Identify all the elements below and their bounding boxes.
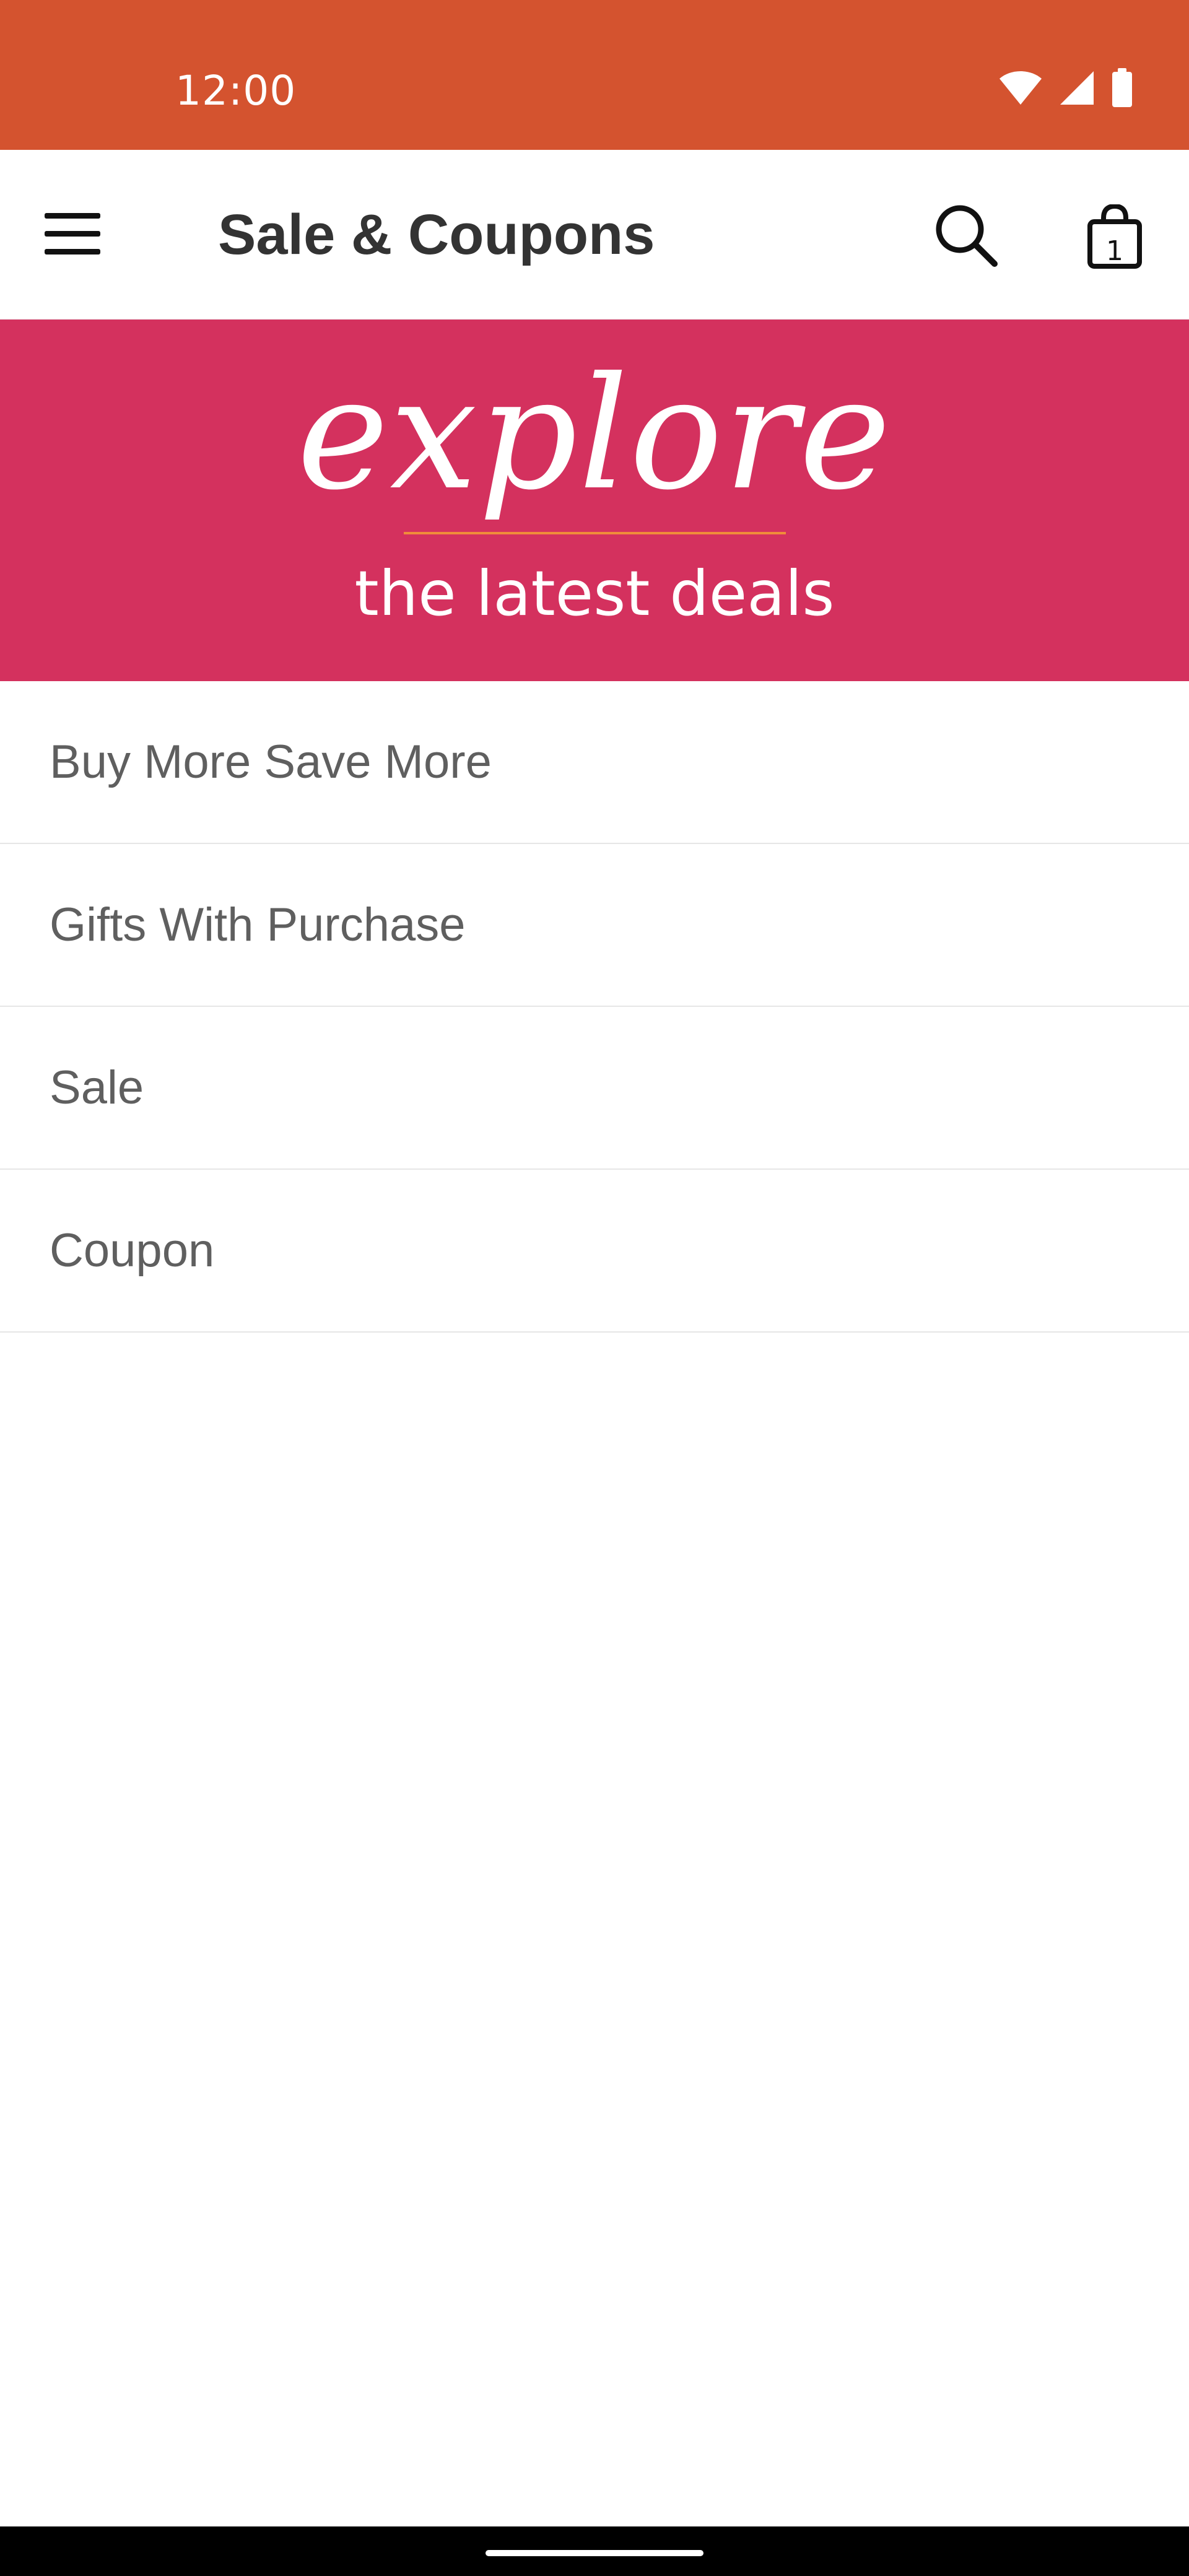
system-nav-bar <box>0 2526 1189 2576</box>
shopping-bag-button[interactable]: 1 <box>1074 198 1155 275</box>
home-gesture-handle[interactable] <box>486 2550 703 2556</box>
list-item-gifts-with-purchase[interactable]: Gifts With Purchase <box>0 844 1189 1007</box>
list-item-sale[interactable]: Sale <box>0 1007 1189 1170</box>
list-item-buy-more-save-more[interactable]: Buy More Save More <box>0 681 1189 844</box>
banner-divider <box>404 532 786 534</box>
promo-banner[interactable]: explore the latest deals <box>0 320 1189 681</box>
banner-headline: explore <box>297 344 892 524</box>
battery-icon <box>1111 68 1133 108</box>
search-button[interactable] <box>926 199 1006 274</box>
search-icon <box>934 203 998 271</box>
list-item-coupon[interactable]: Coupon <box>0 1170 1189 1333</box>
status-icons <box>998 68 1133 108</box>
shopping-bag-icon: 1 <box>1086 203 1143 269</box>
page-title: Sale & Coupons <box>218 203 655 266</box>
status-time: 12:00 <box>175 67 297 115</box>
menu-button[interactable] <box>45 207 125 263</box>
list-item-label: Coupon <box>50 1224 215 1277</box>
app-bar: Sale & Coupons 1 <box>0 150 1189 320</box>
list-item-label: Sale <box>50 1061 144 1114</box>
list-item-label: Gifts With Purchase <box>50 899 466 951</box>
list-item-label: Buy More Save More <box>50 736 492 788</box>
signal-icon <box>1059 70 1095 106</box>
cart-count-badge: 1 <box>1106 235 1123 267</box>
status-bar: 12:00 <box>0 0 1189 150</box>
wifi-icon <box>998 70 1043 106</box>
banner-subheadline: the latest deals <box>354 557 835 630</box>
deal-list: Buy More Save More Gifts With Purchase S… <box>0 681 1189 1333</box>
hamburger-menu-icon <box>45 209 100 262</box>
